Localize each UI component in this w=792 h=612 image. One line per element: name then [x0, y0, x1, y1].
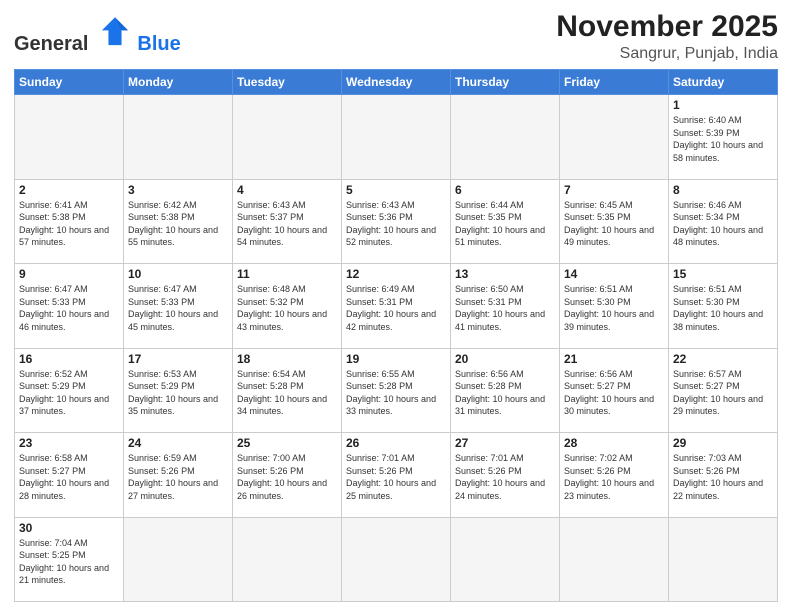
col-monday: Monday: [124, 70, 233, 95]
month-title: November 2025: [556, 10, 778, 43]
empty-cell: [560, 517, 669, 602]
day-8: 8 Sunrise: 6:46 AM Sunset: 5:34 PM Dayli…: [669, 179, 778, 264]
day-23: 23 Sunrise: 6:58 AM Sunset: 5:27 PM Dayl…: [15, 433, 124, 518]
col-saturday: Saturday: [669, 70, 778, 95]
logo-icon: [97, 14, 133, 50]
title-block: November 2025 Sangrur, Punjab, India: [556, 10, 778, 63]
empty-cell: [560, 95, 669, 180]
col-friday: Friday: [560, 70, 669, 95]
location: Sangrur, Punjab, India: [556, 45, 778, 63]
week-row-2: 2 Sunrise: 6:41 AM Sunset: 5:38 PM Dayli…: [15, 179, 778, 264]
empty-cell: [233, 95, 342, 180]
header: General Blue November 2025 Sangrur, Punj…: [14, 10, 778, 63]
day-12: 12 Sunrise: 6:49 AM Sunset: 5:31 PM Dayl…: [342, 264, 451, 349]
day-15: 15 Sunrise: 6:51 AM Sunset: 5:30 PM Dayl…: [669, 264, 778, 349]
day-24: 24 Sunrise: 6:59 AM Sunset: 5:26 PM Dayl…: [124, 433, 233, 518]
week-row-1: 1 Sunrise: 6:40 AM Sunset: 5:39 PM Dayli…: [15, 95, 778, 180]
day-21: 21 Sunrise: 6:56 AM Sunset: 5:27 PM Dayl…: [560, 348, 669, 433]
week-row-6: 30 Sunrise: 7:04 AM Sunset: 5:25 PM Dayl…: [15, 517, 778, 602]
day-5: 5 Sunrise: 6:43 AM Sunset: 5:36 PM Dayli…: [342, 179, 451, 264]
day-6: 6 Sunrise: 6:44 AM Sunset: 5:35 PM Dayli…: [451, 179, 560, 264]
day-27: 27 Sunrise: 7:01 AM Sunset: 5:26 PM Dayl…: [451, 433, 560, 518]
day-18: 18 Sunrise: 6:54 AM Sunset: 5:28 PM Dayl…: [233, 348, 342, 433]
day-3: 3 Sunrise: 6:42 AM Sunset: 5:38 PM Dayli…: [124, 179, 233, 264]
logo-text: General Blue: [14, 14, 181, 56]
calendar-table: Sunday Monday Tuesday Wednesday Thursday…: [14, 69, 778, 602]
day-28: 28 Sunrise: 7:02 AM Sunset: 5:26 PM Dayl…: [560, 433, 669, 518]
day-26: 26 Sunrise: 7:01 AM Sunset: 5:26 PM Dayl…: [342, 433, 451, 518]
day-14: 14 Sunrise: 6:51 AM Sunset: 5:30 PM Dayl…: [560, 264, 669, 349]
col-wednesday: Wednesday: [342, 70, 451, 95]
day-1: 1 Sunrise: 6:40 AM Sunset: 5:39 PM Dayli…: [669, 95, 778, 180]
day-16: 16 Sunrise: 6:52 AM Sunset: 5:29 PM Dayl…: [15, 348, 124, 433]
day-10: 10 Sunrise: 6:47 AM Sunset: 5:33 PM Dayl…: [124, 264, 233, 349]
page: General Blue November 2025 Sangrur, Punj…: [0, 0, 792, 612]
day-22: 22 Sunrise: 6:57 AM Sunset: 5:27 PM Dayl…: [669, 348, 778, 433]
day-29: 29 Sunrise: 7:03 AM Sunset: 5:26 PM Dayl…: [669, 433, 778, 518]
day-11: 11 Sunrise: 6:48 AM Sunset: 5:32 PM Dayl…: [233, 264, 342, 349]
week-row-3: 9 Sunrise: 6:47 AM Sunset: 5:33 PM Dayli…: [15, 264, 778, 349]
empty-cell: [124, 95, 233, 180]
week-row-5: 23 Sunrise: 6:58 AM Sunset: 5:27 PM Dayl…: [15, 433, 778, 518]
empty-cell: [124, 517, 233, 602]
day-7: 7 Sunrise: 6:45 AM Sunset: 5:35 PM Dayli…: [560, 179, 669, 264]
day-20: 20 Sunrise: 6:56 AM Sunset: 5:28 PM Dayl…: [451, 348, 560, 433]
empty-cell: [451, 95, 560, 180]
day-30: 30 Sunrise: 7:04 AM Sunset: 5:25 PM Dayl…: [15, 517, 124, 602]
logo: General Blue: [14, 14, 181, 56]
day-4: 4 Sunrise: 6:43 AM Sunset: 5:37 PM Dayli…: [233, 179, 342, 264]
col-thursday: Thursday: [451, 70, 560, 95]
col-tuesday: Tuesday: [233, 70, 342, 95]
week-row-4: 16 Sunrise: 6:52 AM Sunset: 5:29 PM Dayl…: [15, 348, 778, 433]
empty-cell: [233, 517, 342, 602]
empty-cell: [342, 517, 451, 602]
day-19: 19 Sunrise: 6:55 AM Sunset: 5:28 PM Dayl…: [342, 348, 451, 433]
empty-cell: [342, 95, 451, 180]
empty-cell: [669, 517, 778, 602]
empty-cell: [15, 95, 124, 180]
day-17: 17 Sunrise: 6:53 AM Sunset: 5:29 PM Dayl…: [124, 348, 233, 433]
day-9: 9 Sunrise: 6:47 AM Sunset: 5:33 PM Dayli…: [15, 264, 124, 349]
empty-cell: [451, 517, 560, 602]
day-25: 25 Sunrise: 7:00 AM Sunset: 5:26 PM Dayl…: [233, 433, 342, 518]
day-2: 2 Sunrise: 6:41 AM Sunset: 5:38 PM Dayli…: [15, 179, 124, 264]
col-sunday: Sunday: [15, 70, 124, 95]
day-13: 13 Sunrise: 6:50 AM Sunset: 5:31 PM Dayl…: [451, 264, 560, 349]
